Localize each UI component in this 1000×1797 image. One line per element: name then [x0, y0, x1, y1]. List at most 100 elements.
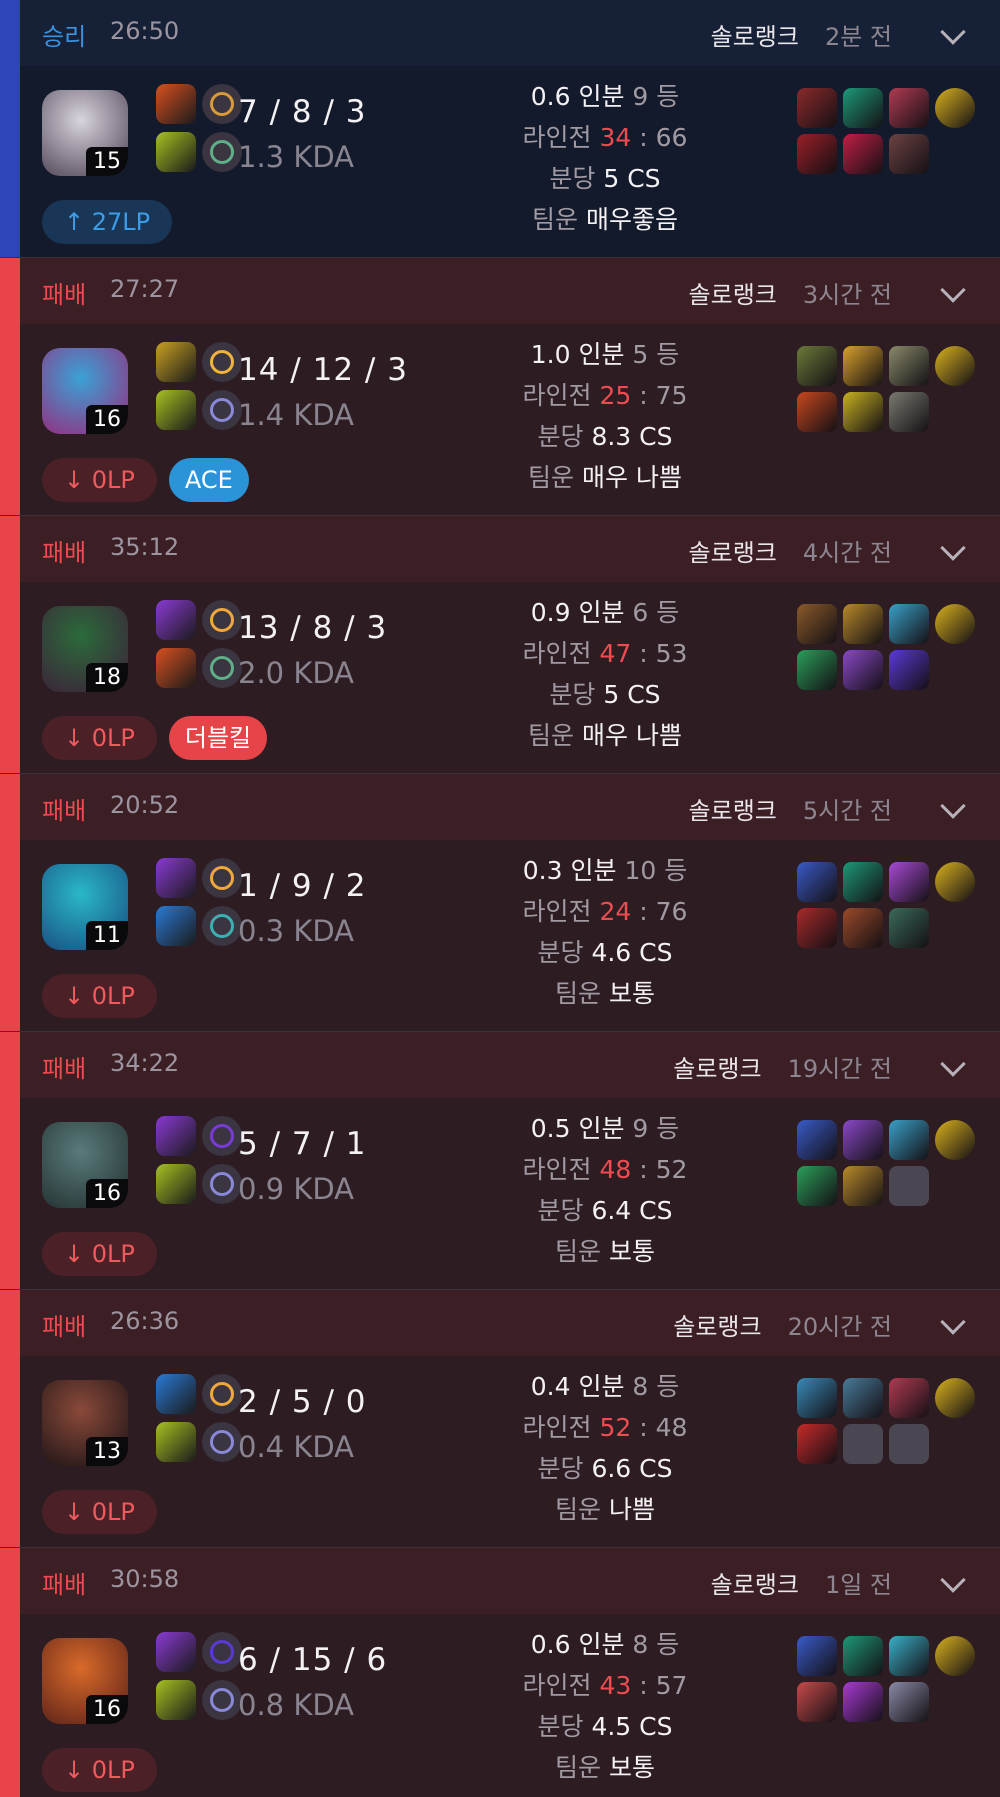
match-card[interactable]: 패배 30:58 솔로랭크 1일 전 16 6 / 15 / 6 0.8 KDA ↓ 0LP 0… [0, 1548, 1000, 1797]
item-icon[interactable] [889, 392, 929, 432]
item-icon[interactable] [935, 862, 975, 902]
item-icon[interactable] [843, 908, 883, 948]
chevron-down-icon[interactable] [940, 1567, 966, 1593]
match-result: 패배 [42, 1055, 87, 1083]
champion-portrait[interactable]: 18 [42, 606, 128, 692]
rune-icon[interactable] [202, 342, 242, 382]
champion-portrait[interactable]: 13 [42, 1380, 128, 1466]
item-icon[interactable] [843, 134, 883, 174]
match-card[interactable]: 패배 27:27 솔로랭크 3시간 전 16 14 / 12 / 3 1.4 KDA ↓ 0L… [0, 258, 1000, 516]
champion-portrait[interactable]: 16 [42, 1122, 128, 1208]
item-icon[interactable] [843, 1378, 883, 1418]
item-icon[interactable] [797, 134, 837, 174]
item-icon[interactable] [797, 392, 837, 432]
chevron-down-icon[interactable] [940, 19, 966, 45]
summoner-spell-icon[interactable] [156, 1116, 196, 1156]
item-icon[interactable] [889, 1378, 929, 1418]
summoner-spell-icon[interactable] [156, 84, 196, 124]
match-card[interactable]: 패배 26:36 솔로랭크 20시간 전 13 2 / 5 / 0 0.4 KDA ↓ 0LP… [0, 1290, 1000, 1548]
item-icon[interactable] [889, 1120, 929, 1160]
empty-item-slot[interactable] [889, 1166, 929, 1206]
summoner-spell-icon[interactable] [156, 1374, 196, 1414]
item-icon[interactable] [797, 1636, 837, 1676]
champion-portrait[interactable]: 16 [42, 1638, 128, 1724]
rune-icon[interactable] [202, 1422, 242, 1462]
chevron-down-icon[interactable] [940, 1051, 966, 1077]
summoner-spell-icon[interactable] [156, 1632, 196, 1672]
item-icon[interactable] [843, 1636, 883, 1676]
item-icon[interactable] [797, 88, 837, 128]
empty-item-slot[interactable] [889, 1424, 929, 1464]
item-icon[interactable] [797, 1378, 837, 1418]
summoner-spell-icon[interactable] [156, 906, 196, 946]
summoner-spell-icon[interactable] [156, 1422, 196, 1462]
match-card[interactable]: 패배 34:22 솔로랭크 19시간 전 16 5 / 7 / 1 0.9 KDA ↓ 0LP… [0, 1032, 1000, 1290]
match-card[interactable]: 패배 20:52 솔로랭크 5시간 전 11 1 / 9 / 2 0.3 KDA ↓ 0LP 0… [0, 774, 1000, 1032]
item-icon[interactable] [797, 346, 837, 386]
match-card[interactable]: 승리 26:50 솔로랭크 2분 전 15 7 / 8 / 3 1.3 KDA ↑ 27LP 0… [0, 0, 1000, 258]
rune-icon[interactable] [202, 600, 242, 640]
rune-icon[interactable] [202, 132, 242, 172]
item-icon[interactable] [797, 1120, 837, 1160]
item-icon[interactable] [889, 650, 929, 690]
item-icon[interactable] [797, 1166, 837, 1206]
item-icon[interactable] [935, 1120, 975, 1160]
summoner-spell-icon[interactable] [156, 342, 196, 382]
item-icon[interactable] [843, 346, 883, 386]
item-icon[interactable] [797, 908, 837, 948]
chevron-down-icon[interactable] [940, 1309, 966, 1335]
champion-portrait[interactable]: 11 [42, 864, 128, 950]
chevron-down-icon[interactable] [940, 535, 966, 561]
item-icon[interactable] [935, 1378, 975, 1418]
summoner-spell-icon[interactable] [156, 1164, 196, 1204]
item-icon[interactable] [889, 908, 929, 948]
rune-icon[interactable] [202, 906, 242, 946]
item-icon[interactable] [797, 604, 837, 644]
item-icon[interactable] [797, 1682, 837, 1722]
empty-item-slot[interactable] [843, 1424, 883, 1464]
summoner-spell-icon[interactable] [156, 648, 196, 688]
item-icon[interactable] [843, 392, 883, 432]
rune-icon[interactable] [202, 390, 242, 430]
item-icon[interactable] [935, 1636, 975, 1676]
item-icon[interactable] [843, 1120, 883, 1160]
summoner-spell-icon[interactable] [156, 600, 196, 640]
item-icon[interactable] [935, 604, 975, 644]
chevron-down-icon[interactable] [940, 793, 966, 819]
item-icon[interactable] [843, 650, 883, 690]
rune-icon[interactable] [202, 858, 242, 898]
item-icon[interactable] [935, 346, 975, 386]
rune-icon[interactable] [202, 1116, 242, 1156]
summoner-spell-icon[interactable] [156, 1680, 196, 1720]
item-icon[interactable] [797, 862, 837, 902]
chevron-down-icon[interactable] [940, 277, 966, 303]
rune-icon[interactable] [202, 648, 242, 688]
champion-portrait[interactable]: 15 [42, 90, 128, 176]
item-icon[interactable] [843, 1166, 883, 1206]
item-icon[interactable] [889, 1682, 929, 1722]
match-body: 15 7 / 8 / 3 1.3 KDA ↑ 27LP 0.6 인분 9 등 라인전 34… [20, 66, 1000, 257]
summoner-spell-icon[interactable] [156, 132, 196, 172]
item-icon[interactable] [843, 862, 883, 902]
match-card[interactable]: 패배 35:12 솔로랭크 4시간 전 18 13 / 8 / 3 2.0 KDA ↓ 0LP… [0, 516, 1000, 774]
rune-icon[interactable] [202, 84, 242, 124]
item-icon[interactable] [889, 1636, 929, 1676]
item-icon[interactable] [889, 604, 929, 644]
item-icon[interactable] [889, 862, 929, 902]
item-icon[interactable] [889, 346, 929, 386]
rune-icon[interactable] [202, 1374, 242, 1414]
rune-icon[interactable] [202, 1164, 242, 1204]
item-icon[interactable] [889, 88, 929, 128]
item-icon[interactable] [797, 650, 837, 690]
summoner-spell-icon[interactable] [156, 390, 196, 430]
item-icon[interactable] [843, 1682, 883, 1722]
summoner-spell-icon[interactable] [156, 858, 196, 898]
champion-portrait[interactable]: 16 [42, 348, 128, 434]
item-icon[interactable] [843, 88, 883, 128]
item-icon[interactable] [935, 88, 975, 128]
item-icon[interactable] [843, 604, 883, 644]
rune-icon[interactable] [202, 1680, 242, 1720]
item-icon[interactable] [889, 134, 929, 174]
rune-icon[interactable] [202, 1632, 242, 1672]
item-icon[interactable] [797, 1424, 837, 1464]
